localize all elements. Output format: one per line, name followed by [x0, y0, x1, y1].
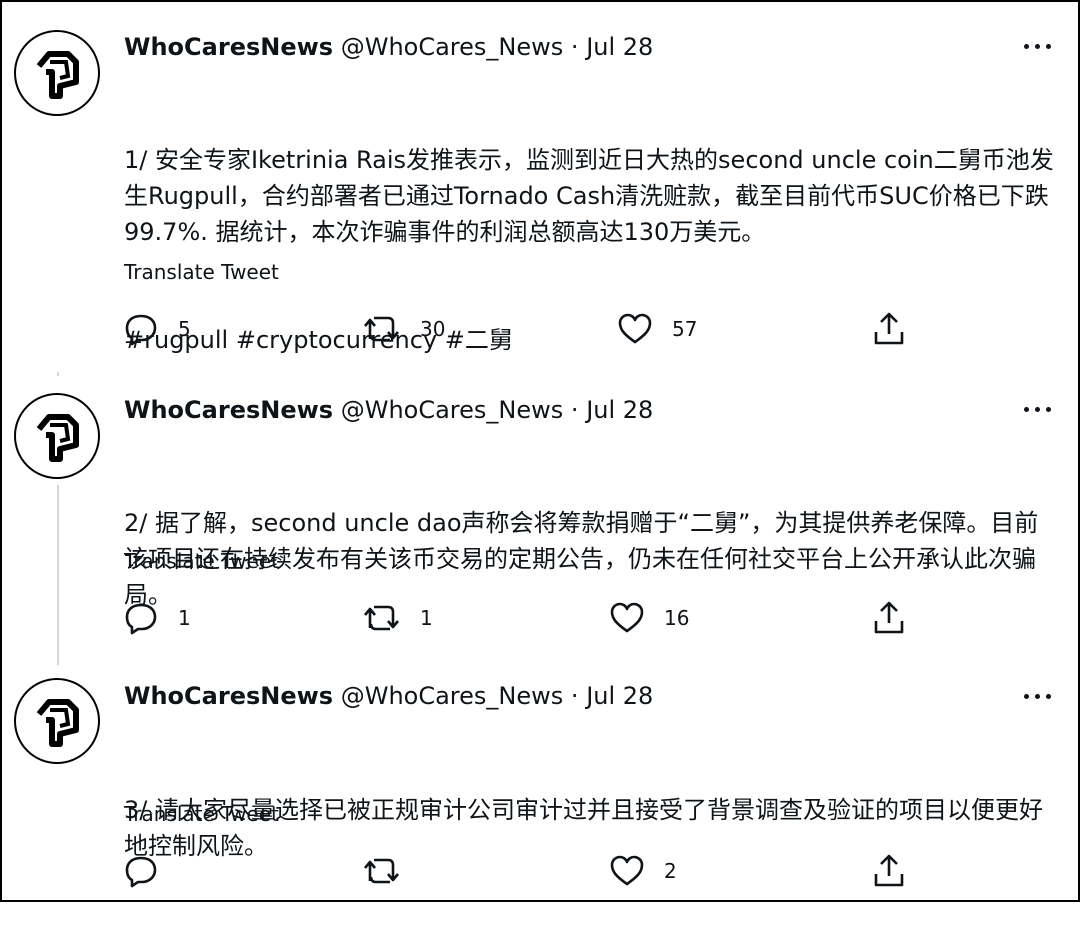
- whocares-logo-icon: [36, 414, 79, 462]
- thread-connector: [57, 372, 59, 376]
- tweet-date[interactable]: Jul 28: [586, 33, 653, 61]
- tweet-date[interactable]: Jul 28: [586, 682, 653, 710]
- heart-icon: [610, 602, 644, 633]
- share-icon: [874, 601, 904, 634]
- whocares-logo-icon: [36, 51, 79, 99]
- translate-tweet-link[interactable]: Translate Tweet: [124, 800, 279, 828]
- tweet-actions: 2: [124, 851, 1024, 891]
- reply-count: 5: [178, 317, 191, 341]
- retweet-count: 1: [420, 606, 433, 630]
- reply-count: 1: [178, 606, 191, 630]
- heart-icon: [618, 313, 652, 344]
- reply-bubble-icon: [125, 314, 157, 346]
- whocares-logo-icon: [36, 699, 79, 747]
- reply-button[interactable]: [124, 851, 178, 891]
- retweet-icon: [364, 605, 399, 631]
- retweet-icon: [364, 316, 399, 342]
- tweet-text: 3/ 请大家尽量选择已被正规审计公司审计过并且接受了背景调查及验证的项目以便更好…: [124, 720, 1054, 936]
- share-button[interactable]: [872, 851, 906, 891]
- tweet-header: WhoCaresNews @WhoCares_News · Jul 28: [124, 29, 653, 65]
- avatar[interactable]: [14, 678, 100, 764]
- handle[interactable]: @WhoCares_News: [341, 682, 564, 710]
- reply-bubble-icon: [125, 856, 157, 888]
- display-name[interactable]: WhoCaresNews: [124, 33, 333, 61]
- handle[interactable]: @WhoCares_News: [341, 396, 564, 424]
- share-icon: [874, 312, 904, 345]
- like-button[interactable]: 2: [610, 851, 677, 891]
- tweet-body: 1/ 安全专家Iketrinia Rais发推表示，监测到近日大热的second…: [124, 146, 1054, 246]
- like-button[interactable]: 57: [618, 309, 697, 349]
- share-icon: [874, 854, 904, 887]
- tweet-date[interactable]: Jul 28: [586, 396, 653, 424]
- like-count: 16: [664, 606, 690, 630]
- handle[interactable]: @WhoCares_News: [341, 33, 564, 61]
- tweet-text: 1/ 安全专家Iketrinia Rais发推表示，监测到近日大热的second…: [124, 70, 1054, 430]
- reply-button[interactable]: 5: [124, 309, 191, 349]
- share-button[interactable]: [872, 309, 906, 349]
- retweet-button[interactable]: 30: [364, 309, 445, 349]
- avatar[interactable]: [14, 30, 100, 116]
- display-name[interactable]: WhoCaresNews: [124, 396, 333, 424]
- avatar[interactable]: [14, 393, 100, 479]
- translate-tweet-link[interactable]: Translate Tweet: [124, 547, 279, 575]
- more-horizontal-icon[interactable]: [1018, 391, 1058, 427]
- retweet-icon: [364, 858, 399, 884]
- share-button[interactable]: [872, 598, 906, 638]
- more-horizontal-icon[interactable]: [1018, 678, 1058, 714]
- like-count: 2: [664, 859, 677, 883]
- reply-bubble-icon: [125, 603, 157, 635]
- reply-button[interactable]: 1: [124, 598, 191, 638]
- thread-connector: [57, 485, 59, 665]
- tweet-header: WhoCaresNews @WhoCares_News · Jul 28: [124, 678, 653, 714]
- heart-icon: [610, 855, 644, 886]
- like-count: 57: [672, 317, 698, 341]
- tweet-header: WhoCaresNews @WhoCares_News · Jul 28: [124, 392, 653, 428]
- translate-tweet-link[interactable]: Translate Tweet: [124, 258, 279, 286]
- separator-dot: ·: [570, 682, 579, 710]
- separator-dot: ·: [570, 33, 579, 61]
- retweet-button[interactable]: 1: [364, 598, 433, 638]
- retweet-button[interactable]: [364, 851, 420, 891]
- tweet-actions: 5 30 57: [124, 309, 1024, 349]
- retweet-count: 30: [420, 317, 446, 341]
- display-name[interactable]: WhoCaresNews: [124, 682, 333, 710]
- tweet-actions: 1 1 16: [124, 598, 1024, 638]
- more-horizontal-icon[interactable]: [1018, 28, 1058, 64]
- separator-dot: ·: [570, 396, 579, 424]
- like-button[interactable]: 16: [610, 598, 689, 638]
